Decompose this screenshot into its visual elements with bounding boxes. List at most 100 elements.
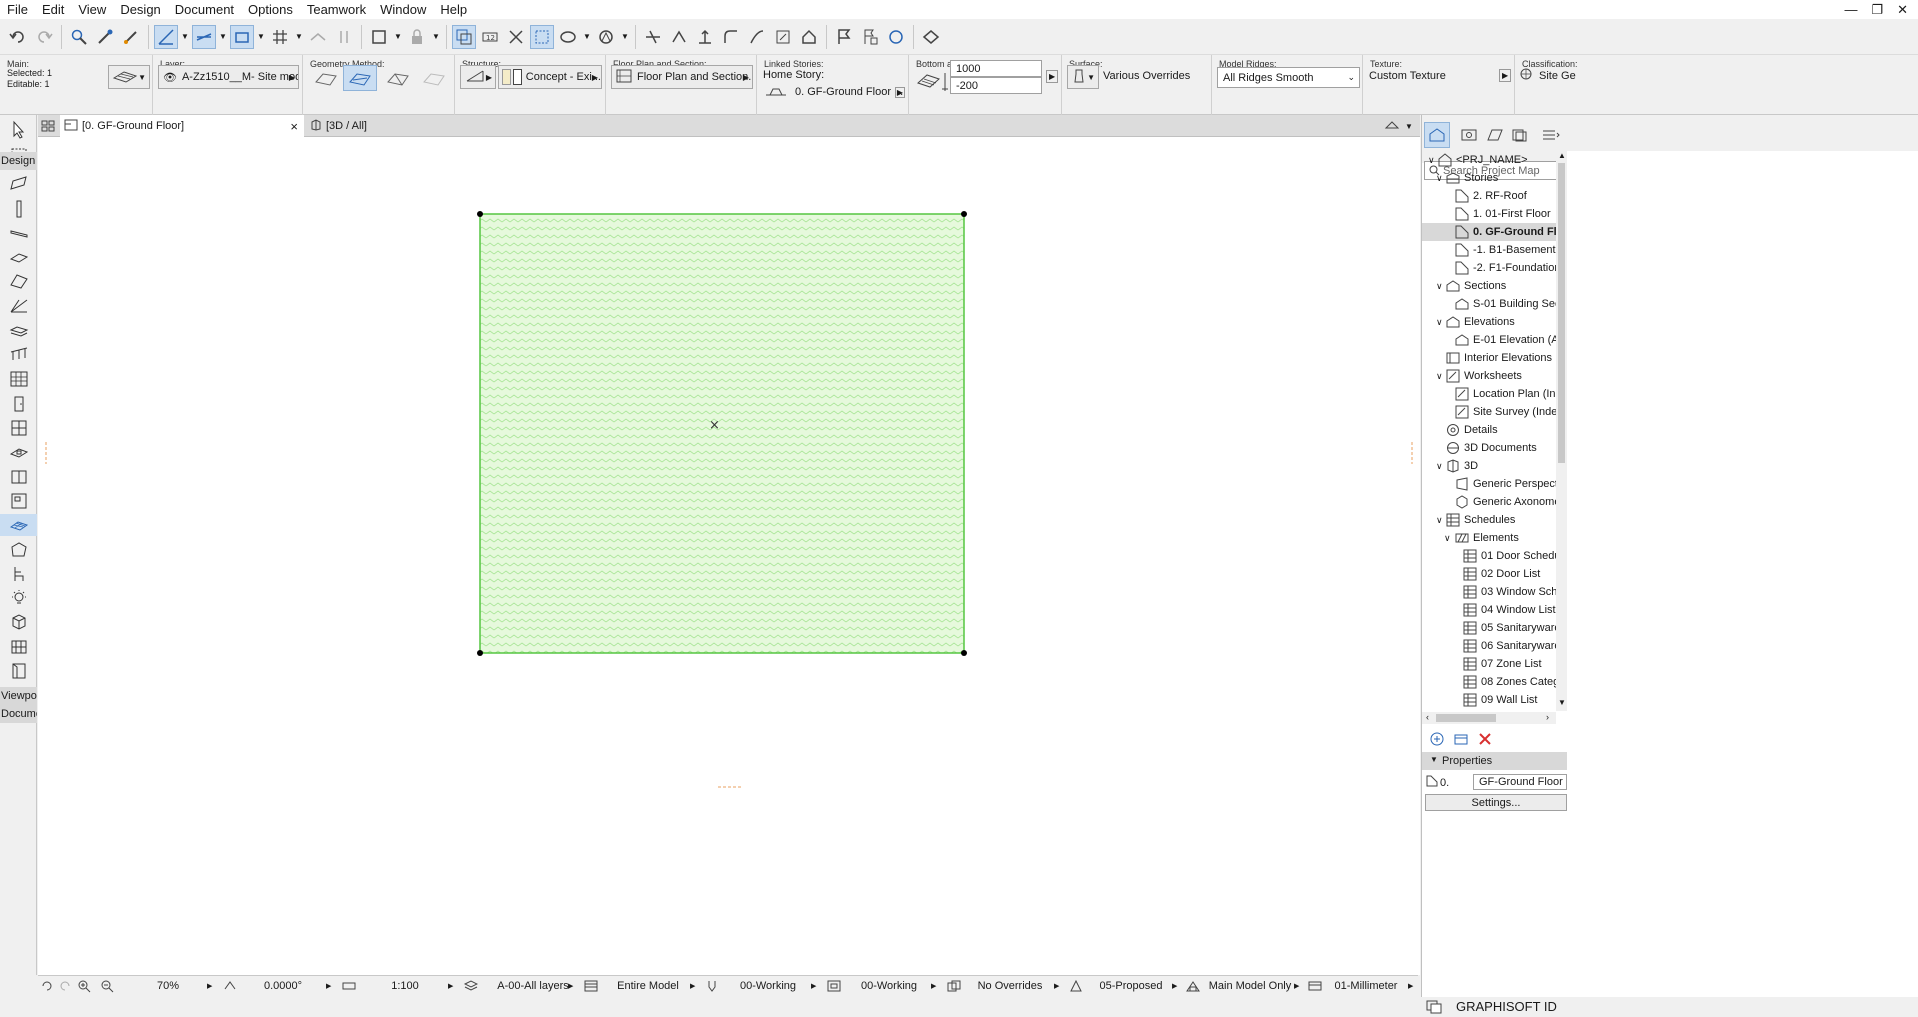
tree-item-story-ground[interactable]: 0. GF-Ground Floor — [1422, 223, 1574, 241]
tab-overview-icon[interactable] — [38, 115, 58, 137]
chevron-down-icon[interactable]: ▼ — [582, 25, 592, 49]
chevron-down-icon[interactable]: ∨ — [1436, 371, 1443, 382]
orientation-angle[interactable]: 0.0000° — [243, 976, 323, 996]
menu-window[interactable]: Window — [373, 0, 433, 19]
tree-item-schedule[interactable]: 01 Door Schedule — [1463, 547, 1569, 565]
ridges-select[interactable]: All Ridges Smooth ⌄ — [1217, 67, 1360, 88]
menu-file[interactable]: File — [0, 0, 35, 19]
new-view-icon[interactable] — [1430, 732, 1444, 749]
chevron-right-icon[interactable]: ▶ — [1054, 982, 1059, 990]
beam-tool-icon[interactable] — [8, 222, 30, 244]
chevron-down-icon[interactable]: ∨ — [1436, 461, 1443, 472]
tree-item-sections[interactable]: Sections — [1446, 277, 1506, 295]
restore-icon[interactable]: ❐ — [1871, 2, 1883, 18]
chevron-right-icon[interactable]: ▶ — [568, 982, 573, 990]
chevron-down-icon[interactable]: ▼ — [256, 25, 266, 49]
menu-options[interactable]: Options — [241, 0, 300, 19]
composite-selector[interactable]: Concept - Exi... ▶ — [498, 65, 602, 89]
trace-icon[interactable] — [452, 24, 476, 49]
link-icon[interactable] — [332, 25, 356, 49]
morph-tool-icon[interactable] — [8, 539, 30, 561]
zone-tool-icon[interactable] — [8, 490, 30, 512]
fillet-icon[interactable] — [719, 25, 743, 49]
tree-item-elements[interactable]: Elements — [1455, 529, 1519, 547]
mesh-node-bottom-left[interactable] — [477, 650, 483, 656]
top-elevation-input[interactable]: 1000 — [950, 60, 1042, 77]
graphic-override[interactable]: No Overrides — [966, 976, 1054, 996]
tree-item-schedule[interactable]: 05 Sanitaryware S — [1463, 619, 1571, 637]
properties-header[interactable]: ▼ Properties — [1422, 752, 1567, 770]
column-tool-icon[interactable] — [8, 198, 30, 220]
view-map-tab-icon[interactable] — [1456, 122, 1482, 148]
viewpoint-group-header[interactable]: Viewpoi — [0, 687, 37, 705]
chevron-right-icon[interactable]: ▶ — [1408, 982, 1413, 990]
zoom-in-icon[interactable] — [77, 976, 91, 996]
mesh-tool-icon[interactable] — [0, 514, 37, 536]
scroll-thumb[interactable] — [1558, 163, 1565, 463]
lock-icon[interactable] — [405, 25, 429, 49]
pen-set-icon[interactable] — [706, 976, 718, 996]
tree-item-section-s01[interactable]: S-01 Building Sectio — [1455, 295, 1572, 313]
adjust-icon[interactable] — [693, 25, 717, 49]
tab-options-button[interactable]: ▼ — [1384, 115, 1420, 137]
pen-set-value[interactable]: 00-Working — [724, 976, 812, 996]
chevron-down-icon[interactable]: ∨ — [1436, 281, 1443, 292]
geometry-ridges-button[interactable] — [309, 65, 343, 91]
scroll-down-icon[interactable]: ▼ — [1558, 698, 1566, 707]
tree-item-schedule[interactable]: 06 Sanitaryware L — [1463, 637, 1570, 655]
scroll-thumb[interactable] — [1436, 714, 1496, 722]
scroll-right-icon[interactable]: › — [1546, 712, 1549, 722]
tree-item-schedule[interactable]: 07 Zone List — [1463, 655, 1542, 673]
structure-display-icon[interactable] — [1186, 976, 1200, 996]
arrow-tool-icon[interactable] — [8, 119, 30, 141]
chevron-down-icon[interactable]: ▼ — [393, 25, 403, 49]
chevron-right-icon[interactable]: ▶ — [1294, 982, 1299, 990]
menu-edit[interactable]: Edit — [35, 0, 71, 19]
menu-view[interactable]: View — [71, 0, 113, 19]
tree-item-details[interactable]: Details — [1446, 421, 1498, 439]
find-select-icon[interactable] — [67, 25, 91, 49]
chevron-right-icon[interactable]: ▶ — [1499, 69, 1512, 82]
tree-item-schedule[interactable]: 04 Window List — [1463, 601, 1556, 619]
zoom-level[interactable]: 70% — [118, 976, 218, 996]
surface-picker[interactable]: ▼ — [1067, 65, 1099, 89]
mesh-node-bottom-right[interactable] — [961, 650, 967, 656]
mesh-settings-button[interactable]: ▼ — [108, 65, 150, 89]
tree-item-schedule[interactable]: 03 Window Sched — [1463, 583, 1570, 601]
snap-points-icon[interactable] — [230, 24, 254, 49]
graphisoft-id-label[interactable]: GRAPHISOFT ID — [1456, 999, 1557, 1014]
tree-item-interior-elevations[interactable]: Interior Elevations — [1446, 349, 1552, 367]
chevron-down-icon[interactable]: ▼ — [620, 25, 630, 49]
curtain-wall-tool-icon[interactable] — [8, 368, 30, 390]
snap-guides-icon[interactable] — [192, 24, 216, 49]
chevron-right-icon[interactable]: ▶ — [931, 982, 936, 990]
split-icon[interactable] — [504, 25, 528, 49]
tree-item-3d-documents[interactable]: 3D Documents — [1446, 439, 1537, 457]
intersect-icon[interactable] — [667, 25, 691, 49]
tree-item-worksheets[interactable]: Worksheets — [1446, 367, 1522, 385]
geometry-all-ridges-button[interactable] — [381, 65, 415, 91]
layer-combination-icon[interactable] — [594, 25, 618, 49]
flag-icon[interactable] — [832, 25, 856, 49]
opening-tool-icon[interactable] — [8, 660, 30, 682]
folder-settings-icon[interactable] — [1454, 732, 1468, 749]
pick-up-icon[interactable] — [93, 25, 117, 49]
tree-item-story-basement[interactable]: -1. B1-Basement — [1455, 241, 1556, 259]
document-group-header[interactable]: Docume — [0, 705, 37, 723]
bimx-icon[interactable] — [919, 25, 943, 49]
resize-icon[interactable] — [771, 25, 795, 49]
bottom-elevation-input[interactable]: -200 — [950, 77, 1042, 94]
home-icon[interactable] — [797, 25, 821, 49]
tree-item-schedule[interactable]: 09 Wall List — [1463, 691, 1537, 709]
home-story-selector[interactable]: 0. GF-Ground Floor ... ▶ — [765, 84, 909, 100]
floor-plan-canvas[interactable]: × — [38, 121, 1420, 975]
tree-item-project[interactable]: <PRJ_NAME> — [1438, 151, 1528, 169]
zoom-out-icon[interactable] — [100, 976, 114, 996]
navigator-horizontal-scrollbar[interactable]: ‹ › — [1422, 712, 1556, 724]
tree-item-axonometry[interactable]: Generic Axonometr — [1455, 493, 1567, 511]
skylight-tool-icon[interactable] — [8, 441, 30, 463]
chair-object-icon[interactable] — [8, 563, 30, 585]
shell-tool-icon[interactable] — [8, 295, 30, 317]
box-tool-icon[interactable] — [8, 611, 30, 633]
chevron-right-icon[interactable]: ▶ — [811, 982, 816, 990]
